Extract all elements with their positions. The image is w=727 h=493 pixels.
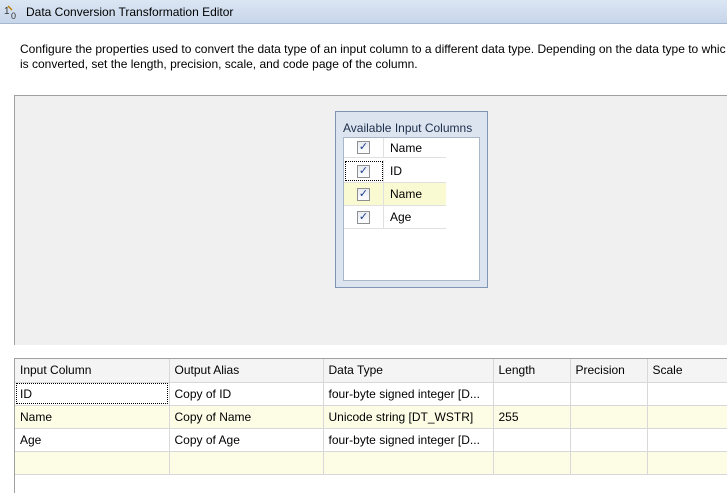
- length-cell[interactable]: 255: [493, 405, 571, 429]
- precision-cell[interactable]: [570, 451, 648, 475]
- data-type-cell[interactable]: Unicode string [DT_WSTR]: [323, 405, 494, 429]
- input-column-cell[interactable]: [15, 451, 170, 475]
- table-row[interactable]: Age Copy of Age four-byte signed integer…: [15, 428, 727, 452]
- description-line-2: is converted, set the length, precision,…: [20, 57, 418, 71]
- available-input-columns-box: Available Input Columns ✓ Name ✓ ID ✓ Na…: [335, 111, 488, 288]
- description-line-1: Configure the properties used to convert…: [20, 42, 726, 56]
- length-cell[interactable]: [493, 451, 571, 475]
- precision-cell[interactable]: [570, 405, 648, 429]
- input-column-label: Name: [390, 187, 423, 201]
- svg-text:0: 0: [11, 11, 16, 21]
- data-type-cell[interactable]: [323, 451, 494, 475]
- column-checkbox[interactable]: ✓: [357, 210, 370, 224]
- select-all-row[interactable]: ✓ Name: [344, 138, 446, 158]
- output-alias-cell[interactable]: Copy of Name: [169, 405, 324, 429]
- output-alias-cell[interactable]: Copy of Age: [169, 428, 324, 452]
- window-title: Data Conversion Transformation Editor: [26, 4, 234, 19]
- column-header-precision[interactable]: Precision: [570, 359, 648, 383]
- grid-header-row: Input Column Output Alias Data Type Leng…: [15, 359, 727, 383]
- description-text: Configure the properties used to convert…: [20, 42, 727, 72]
- conversion-grid: Input Column Output Alias Data Type Leng…: [14, 358, 727, 493]
- title-bar: 1 0 Data Conversion Transformation Edito…: [0, 0, 727, 24]
- scale-cell[interactable]: [647, 451, 727, 475]
- data-type-cell[interactable]: four-byte signed integer [D...: [323, 428, 494, 452]
- column-header-output-alias[interactable]: Output Alias: [169, 359, 324, 383]
- precision-cell[interactable]: [570, 382, 648, 406]
- scale-cell[interactable]: [647, 405, 727, 429]
- input-column-cell[interactable]: Name: [15, 405, 170, 429]
- name-column-header: Name: [390, 140, 423, 155]
- new-table-row[interactable]: [15, 451, 727, 475]
- table-row[interactable]: ID Copy of ID four-byte signed integer […: [15, 382, 727, 406]
- select-all-checkbox[interactable]: ✓: [357, 141, 370, 154]
- editor-window: 1 0 Data Conversion Transformation Edito…: [0, 0, 727, 493]
- column-checkbox[interactable]: ✓: [357, 187, 370, 201]
- input-column-item[interactable]: ✓ ID: [344, 160, 446, 183]
- input-columns-list: ✓ Name ✓ ID ✓ Name ✓ Age: [343, 137, 480, 281]
- available-input-columns-title: Available Input Columns: [343, 121, 473, 135]
- scale-cell[interactable]: [647, 428, 727, 452]
- data-conversion-icon: 1 0: [4, 3, 22, 21]
- table-row[interactable]: Name Copy of Name Unicode string [DT_WST…: [15, 405, 727, 429]
- column-checkbox[interactable]: ✓: [357, 164, 370, 178]
- input-column-cell[interactable]: Age: [15, 428, 170, 452]
- column-header-length[interactable]: Length: [493, 359, 571, 383]
- input-column-cell[interactable]: ID: [15, 382, 170, 406]
- scale-cell[interactable]: [647, 382, 727, 406]
- output-alias-cell[interactable]: [169, 451, 324, 475]
- data-type-cell[interactable]: four-byte signed integer [D...: [323, 382, 494, 406]
- input-column-item[interactable]: ✓ Age: [344, 206, 446, 229]
- designer-area: Available Input Columns ✓ Name ✓ ID ✓ Na…: [14, 95, 727, 345]
- column-header-data-type[interactable]: Data Type: [323, 359, 494, 383]
- output-alias-cell[interactable]: Copy of ID: [169, 382, 324, 406]
- length-cell[interactable]: [493, 428, 571, 452]
- length-cell[interactable]: [493, 382, 571, 406]
- input-column-label: ID: [390, 164, 402, 178]
- input-column-item[interactable]: ✓ Name: [344, 183, 446, 206]
- column-header-scale[interactable]: Scale: [647, 359, 727, 383]
- column-header-input-column[interactable]: Input Column: [15, 359, 170, 383]
- precision-cell[interactable]: [570, 428, 648, 452]
- input-column-label: Age: [390, 210, 412, 224]
